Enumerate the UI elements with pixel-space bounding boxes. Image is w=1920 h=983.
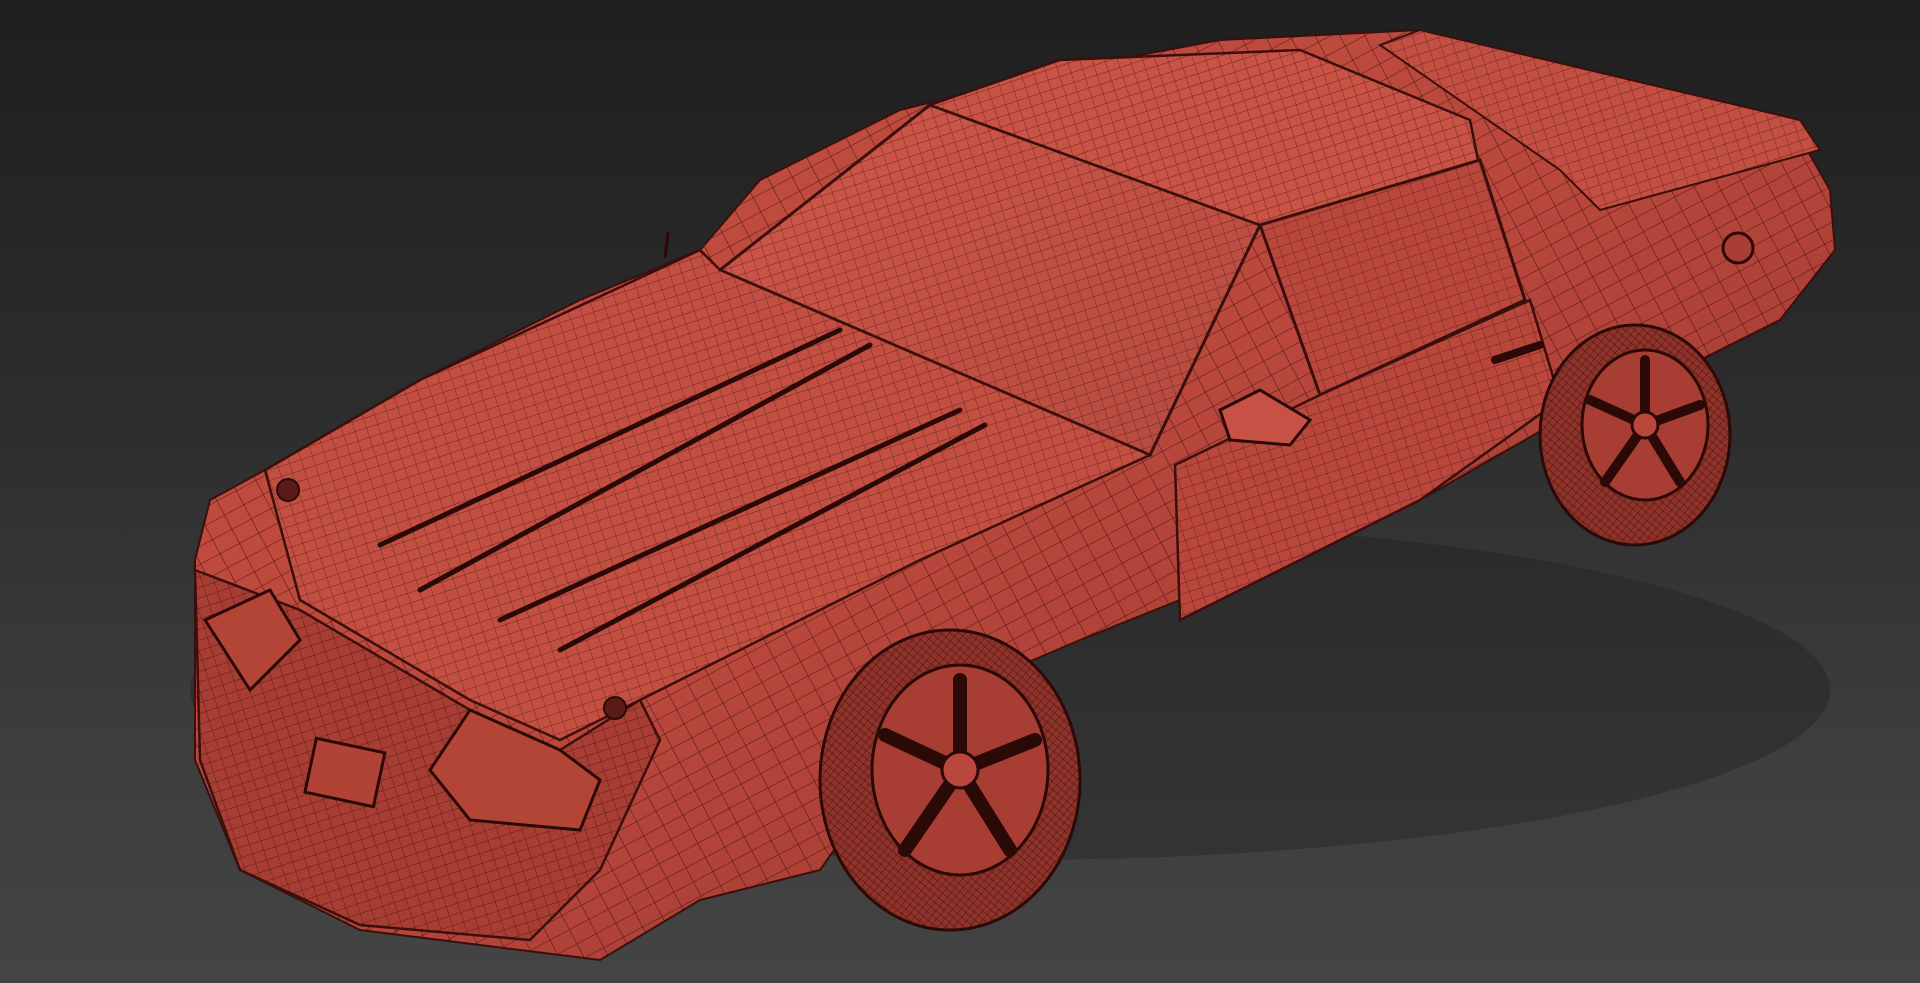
front-wheel[interactable] bbox=[818, 628, 1082, 932]
viewport-scene[interactable] bbox=[0, 0, 1920, 983]
antenna bbox=[663, 231, 670, 259]
3d-viewport[interactable] bbox=[0, 0, 1920, 983]
fog-light-left bbox=[603, 696, 627, 720]
rear-emblem bbox=[1721, 231, 1755, 265]
fog-light-right bbox=[276, 478, 300, 502]
rear-wheel[interactable] bbox=[1538, 323, 1732, 547]
